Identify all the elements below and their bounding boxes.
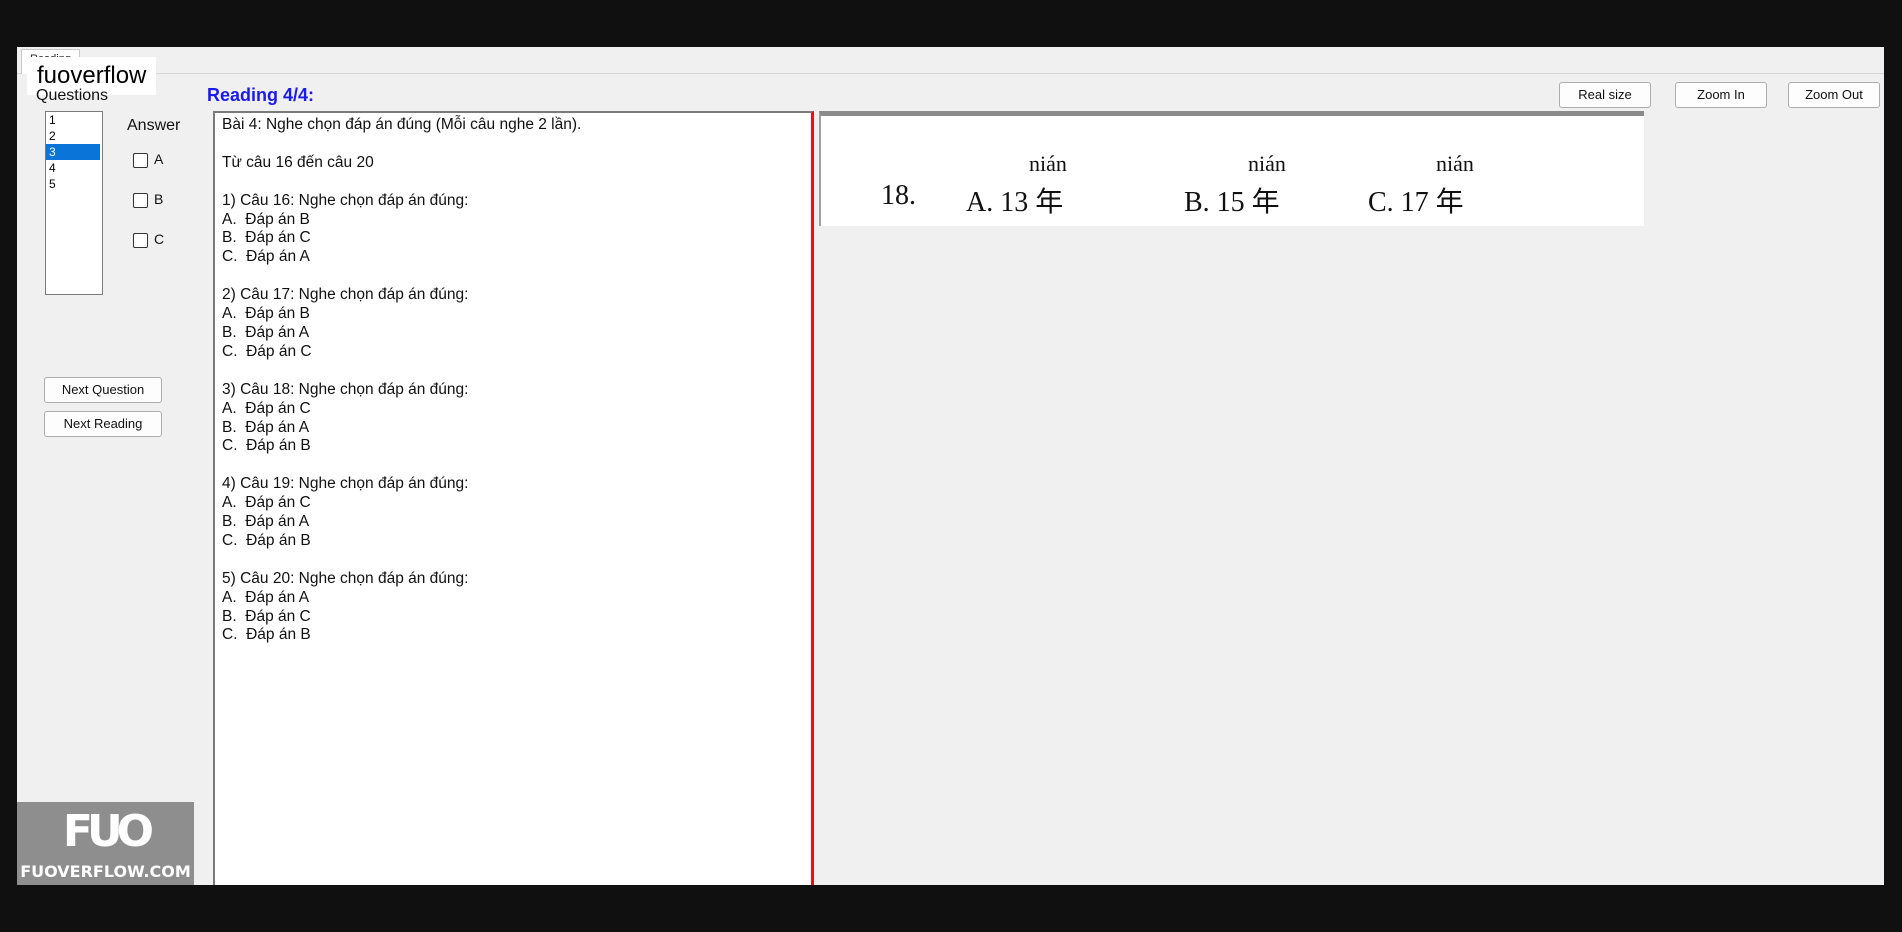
next-question-button[interactable]: Next Question xyxy=(44,377,162,403)
reading-text: Bài 4: Nghe chọn đáp án đúng (Mỗi câu ng… xyxy=(222,116,582,644)
logo-domain: FUOVERFLOW.COM xyxy=(20,862,191,881)
image-option-b: B. 15 年 xyxy=(1184,187,1280,218)
checkbox-a[interactable] xyxy=(133,152,148,168)
answer-choice-b[interactable]: B xyxy=(133,191,163,208)
question-item-2[interactable]: 2 xyxy=(46,128,102,144)
checkbox-c[interactable] xyxy=(133,232,148,248)
question-list[interactable]: 1 2 3 4 5 xyxy=(45,111,103,295)
real-size-button[interactable]: Real size xyxy=(1559,82,1651,108)
choice-a-label: A xyxy=(154,151,164,167)
reading-title: Reading 4/4: xyxy=(207,85,315,105)
next-reading-button[interactable]: Next Reading xyxy=(44,411,162,437)
pinyin-b: nián xyxy=(1248,151,1286,176)
answer-choice-a[interactable]: A xyxy=(133,151,163,168)
image-question-number: 18. xyxy=(881,180,916,211)
answer-choice-c[interactable]: C xyxy=(133,231,164,248)
question-item-5[interactable]: 5 xyxy=(46,176,102,192)
image-option-c: C. 17 年 xyxy=(1368,187,1464,218)
reading-text-pane[interactable]: Bài 4: Nghe chọn đáp án đúng (Mỗi câu ng… xyxy=(213,111,814,885)
answer-label: Answer xyxy=(127,117,181,134)
choice-c-label: C xyxy=(154,231,165,247)
question-item-4[interactable]: 4 xyxy=(46,160,102,176)
zoom-in-button[interactable]: Zoom In xyxy=(1675,82,1767,108)
questions-label: Questions xyxy=(36,87,109,104)
choice-b-label: B xyxy=(154,191,164,207)
pinyin-a: nián xyxy=(1029,151,1067,176)
app-window: Reading fuoverflow Questions Reading 4/4… xyxy=(17,47,1884,885)
logo-mark: FUO xyxy=(62,806,154,857)
image-option-a: A. 13 年 xyxy=(966,187,1064,218)
pinyin-c: nián xyxy=(1436,151,1474,176)
question-item-3[interactable]: 3 xyxy=(46,144,100,160)
question-image: 18. nián A. 13 年 nián B. 15 年 nián C. 17… xyxy=(819,111,1644,226)
zoom-out-button[interactable]: Zoom Out xyxy=(1788,82,1880,108)
tab-strip: Reading xyxy=(17,47,1884,74)
checkbox-b[interactable] xyxy=(133,192,148,208)
question-item-1[interactable]: 1 xyxy=(46,112,102,128)
fuoverflow-logo: FUO FUOVERFLOW.COM xyxy=(17,802,194,885)
